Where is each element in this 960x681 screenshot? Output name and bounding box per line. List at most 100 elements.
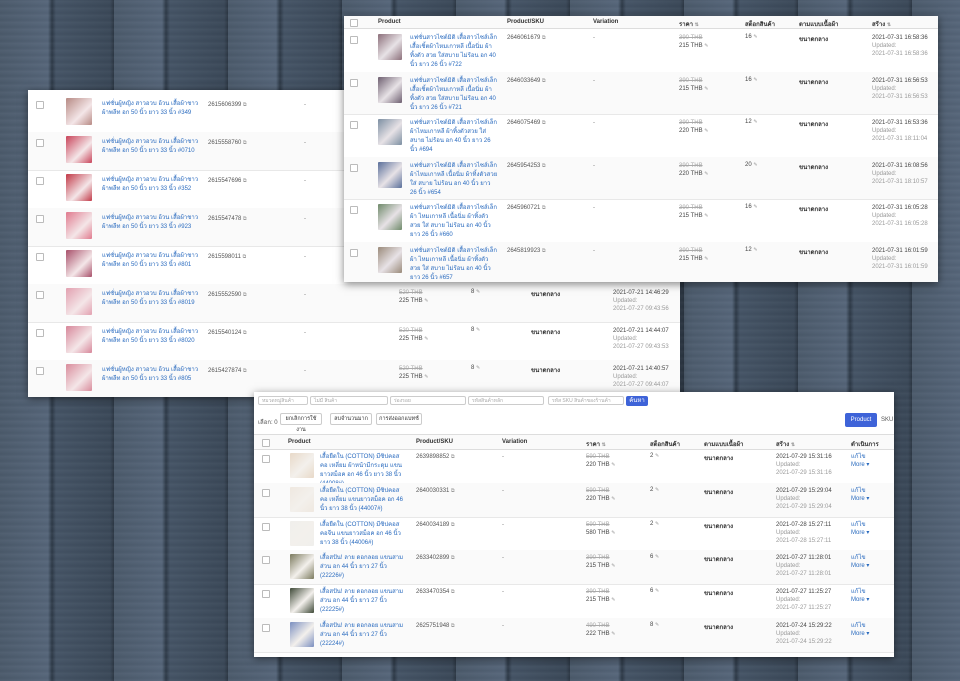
copy-icon[interactable]: ⧉ (451, 623, 455, 629)
edit-link[interactable]: แก้ไข (851, 554, 869, 562)
row-checkbox[interactable] (350, 163, 358, 172)
search-button[interactable]: ค้นหา (626, 396, 648, 406)
edit-icon[interactable]: ✎ (753, 162, 757, 168)
copy-icon[interactable]: ⧉ (542, 35, 546, 41)
edit-icon[interactable]: ✎ (611, 462, 615, 468)
row-checkbox[interactable] (350, 121, 358, 129)
product-thumbnail[interactable] (290, 588, 314, 614)
header-created[interactable]: สร้าง ⇅ (872, 19, 891, 29)
product-name-link[interactable]: แฟชั่นผู้หญิง สาวอวบ อ้วน เสื้อผ้าชาว ผ้… (102, 252, 200, 270)
copy-icon[interactable]: ⧉ (243, 216, 247, 222)
product-name-link[interactable]: เสื้อสปัน! ลาย ดอกลอย แขนสามส่วน อก 44 น… (320, 622, 408, 649)
copy-icon[interactable]: ⧉ (243, 368, 247, 374)
row-checkbox[interactable] (262, 590, 270, 599)
edit-icon[interactable]: ✎ (476, 327, 480, 333)
product-name-link[interactable]: แฟชั่นสาวไซต์มิดิ เสื้อสาวไซส์เล็ก ผ้า ไ… (410, 247, 498, 283)
edit-link[interactable]: แก้ไข (851, 487, 869, 495)
edit-icon[interactable]: ✎ (476, 289, 480, 295)
row-checkbox[interactable] (262, 488, 270, 497)
row-checkbox[interactable] (36, 215, 44, 223)
edit-icon[interactable]: ✎ (753, 34, 757, 40)
copy-icon[interactable]: ⧉ (542, 163, 546, 169)
row-checkbox[interactable] (350, 78, 358, 87)
product-thumbnail[interactable] (66, 174, 92, 201)
product-name-link[interactable]: แฟชั่นผู้หญิง สาวอวบ อ้วน เสื้อผ้าชาว ผ้… (102, 138, 200, 156)
product-name-link[interactable]: เสื้อยืดใน (COTTON) มีซิปคอส คอ เหลี่ยม … (320, 487, 408, 514)
copy-icon[interactable]: ⧉ (243, 292, 247, 298)
edit-icon[interactable]: ✎ (704, 128, 708, 134)
row-checkbox[interactable] (350, 248, 358, 257)
copy-icon[interactable]: ⧉ (243, 254, 247, 260)
product-name-link[interactable]: แฟชั่นสาวไซต์มิดิ เสื้อสาวไซส์เล็ก ผ้า ไ… (410, 204, 498, 240)
product-thumbnail[interactable] (290, 622, 314, 647)
edit-icon[interactable]: ✎ (476, 365, 480, 371)
edit-link[interactable]: แก้ไข (851, 521, 869, 529)
tab-sku[interactable]: SKU (881, 417, 893, 423)
edit-icon[interactable]: ✎ (611, 631, 615, 637)
product-name-link[interactable]: แฟชั่นสาวไซต์มิดิ เสื้อสาวไซส์เล็ก ผ้าไห… (410, 162, 498, 198)
sku-code-filter[interactable]: รหัส SKU สินค้าของร้านค้า (548, 396, 624, 405)
more-menu[interactable]: More ▾ (851, 462, 869, 468)
edit-icon[interactable]: ✎ (611, 597, 615, 603)
product-name-link[interactable]: แฟชั่นผู้หญิง สาวอวบ อ้วน เสื้อผ้าชาว ผ้… (102, 176, 200, 194)
product-thumbnail[interactable] (290, 453, 314, 478)
edit-icon[interactable]: ✎ (704, 213, 708, 219)
copy-icon[interactable]: ⧉ (542, 248, 546, 254)
product-name-link[interactable]: แฟชั่นผู้หญิง สาวอวบ อ้วน เสื้อผ้าชาว ผ้… (102, 100, 200, 118)
row-checkbox[interactable] (36, 367, 44, 375)
row-checkbox[interactable] (350, 36, 358, 44)
product-thumbnail[interactable] (66, 212, 92, 239)
product-thumbnail[interactable] (66, 98, 92, 125)
category-filter[interactable]: หมวดหมู่สินค้า (258, 396, 308, 405)
product-thumbnail[interactable] (378, 34, 402, 60)
select-all-checkbox[interactable] (350, 19, 358, 27)
product-thumbnail[interactable] (66, 364, 92, 391)
row-checkbox[interactable] (262, 455, 270, 463)
copy-icon[interactable]: ⧉ (542, 205, 546, 211)
row-checkbox[interactable] (36, 253, 44, 261)
product-thumbnail[interactable] (378, 161, 402, 188)
edit-icon[interactable]: ✎ (704, 171, 708, 177)
product-thumbnail[interactable] (66, 288, 92, 315)
edit-icon[interactable]: ✎ (424, 374, 428, 380)
product-thumbnail[interactable] (290, 486, 314, 512)
copy-icon[interactable]: ⧉ (542, 120, 546, 126)
copy-icon[interactable]: ⧉ (451, 454, 455, 460)
product-name-link[interactable]: แฟชั่นผู้หญิง สาวอวบ อ้วน เสื้อผ้าชาว ผ้… (102, 290, 200, 308)
row-checkbox[interactable] (262, 522, 270, 531)
copy-icon[interactable]: ⧉ (243, 330, 247, 336)
edit-icon[interactable]: ✎ (753, 77, 757, 83)
row-checkbox[interactable] (350, 206, 358, 214)
deactivate-button[interactable]: ยกเลิกการใช้งาน (280, 413, 322, 433)
product-name-link[interactable]: แฟชั่นสาวไซต์มิดิ เสื้อสาวไซส์เล็ก เสื้อ… (410, 77, 498, 113)
product-name-link[interactable]: เสื้อยืดใน (COTTON) มีซิปคอส คอจีน แขนยา… (320, 521, 408, 548)
product-name-filter[interactable]: ไม่มี สินค้า (310, 396, 388, 405)
tab-product[interactable]: Product (845, 413, 877, 427)
more-menu[interactable]: More ▾ (851, 597, 869, 603)
edit-link[interactable]: แก้ไข (851, 453, 869, 461)
row-checkbox[interactable] (36, 291, 44, 299)
edit-icon[interactable]: ✎ (655, 521, 659, 527)
bulk-delete-button[interactable]: ลบจำนวนมาก (330, 413, 372, 425)
edit-icon[interactable]: ✎ (655, 453, 659, 459)
more-menu[interactable]: More ▾ (851, 631, 869, 637)
batch-export-button[interactable]: การส่งออกแบทช์ (376, 413, 422, 425)
edit-link[interactable]: แก้ไข (851, 588, 869, 596)
copy-icon[interactable]: ⧉ (451, 522, 455, 528)
copy-icon[interactable]: ⧉ (451, 488, 455, 494)
product-thumbnail[interactable] (378, 246, 402, 273)
edit-icon[interactable]: ✎ (611, 530, 615, 536)
product-name-link[interactable]: เสื้อสปัน! ลาย ดอกลอย แขนสามส่วน อก 44 น… (320, 588, 408, 615)
row-checkbox[interactable] (262, 624, 270, 632)
product-name-link[interactable]: แฟชั่นผู้หญิง สาวอวบ อ้วน เสื้อผ้าชาว ผ้… (102, 328, 200, 346)
trace-filter[interactable]: ร่องรอย (390, 396, 466, 405)
edit-icon[interactable]: ✎ (753, 204, 757, 210)
edit-icon[interactable]: ✎ (424, 336, 428, 342)
edit-icon[interactable]: ✎ (753, 247, 757, 253)
row-checkbox[interactable] (36, 177, 44, 185)
product-thumbnail[interactable] (378, 204, 402, 230)
copy-icon[interactable]: ⧉ (451, 555, 455, 561)
product-name-link[interactable]: แฟชั่นผู้หญิง สาวอวบ อ้วน เสื้อผ้าชาว ผ้… (102, 214, 200, 232)
edit-icon[interactable]: ✎ (704, 43, 708, 49)
copy-icon[interactable]: ⧉ (243, 140, 247, 146)
